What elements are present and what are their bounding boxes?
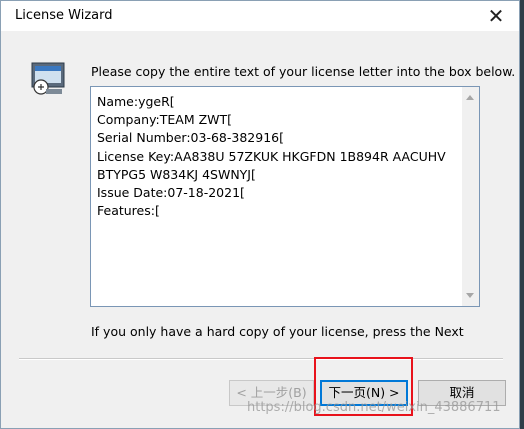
license-wizard-window: License Wizard ✕ Please copy the entire … [0,0,520,429]
vertical-scrollbar[interactable] [462,87,479,306]
license-text-line: Features:[ [97,203,160,219]
license-text-line: BTYPG5 W834KJ 4SWNYJ[ [97,166,256,182]
divider [19,358,503,360]
close-icon[interactable]: ✕ [473,1,519,31]
license-text-line: Serial Number:03-68-382916[ [97,130,284,146]
license-text-line: Issue Date:07-18-2021[ [97,185,245,201]
license-text-area[interactable]: Name:ygeR[ Company:TEAM ZWT[ Serial Number… [90,86,480,307]
license-wizard-icon [31,62,65,95]
scroll-down-icon[interactable] [466,293,474,298]
scroll-up-icon[interactable] [466,95,474,100]
instruction-text: Please copy the entire text of your lice… [91,64,516,79]
watermark: https://blog.csdn.net/weixin_43886711 [247,400,501,415]
license-text-line: Name:ygeR[ [97,94,175,109]
hard-copy-note: If you only have a hard copy of your lic… [91,324,464,339]
title-bar: License Wizard ✕ [1,1,519,31]
license-text-line: License Key:AA838U 57ZKUK HKGFDN 1B894R … [97,148,446,164]
license-text-line: Company:TEAM ZWT[ [97,112,233,128]
desktop-background-right [520,0,524,429]
window-title: License Wizard [15,8,113,23]
license-text-lines: Name:ygeR[ Company:TEAM ZWT[ Serial Number… [97,93,459,220]
